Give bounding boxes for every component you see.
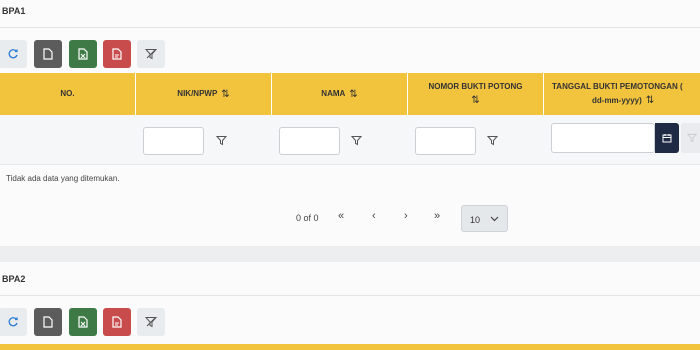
pdf-icon (112, 316, 122, 328)
column-header-no[interactable]: NO. (0, 73, 136, 115)
export-pdf-button[interactable] (103, 308, 131, 336)
export-pdf-button[interactable] (103, 40, 131, 68)
column-header-nomor-bukti-potong[interactable]: NOMOR BUKTI POTONG ⇅ (408, 73, 544, 115)
table-header (0, 344, 700, 350)
divider (0, 27, 700, 28)
export-document-button[interactable] (34, 308, 62, 336)
reload-button[interactable] (0, 40, 27, 68)
calendar-button[interactable] (655, 123, 679, 153)
section-bpa2: BPA2 (0, 262, 700, 350)
rows-per-page-select[interactable]: 10 (461, 205, 508, 232)
filter-button-disabled[interactable] (681, 123, 700, 153)
calendar-icon (662, 134, 672, 143)
nama-filter-input[interactable] (279, 127, 340, 155)
column-header-nama[interactable]: NAMA ⇅ (272, 73, 408, 115)
section-title: BPA2 (2, 274, 26, 284)
filter-clear-icon (145, 49, 157, 60)
filter-icon[interactable] (487, 135, 498, 146)
pagination-info: 0 of 0 (296, 213, 319, 223)
sort-icon[interactable]: ⇅ (221, 87, 229, 102)
excel-icon (78, 316, 88, 328)
prev-page-button[interactable]: ‹ (372, 210, 376, 222)
export-excel-button[interactable] (69, 40, 97, 68)
reload-button[interactable] (0, 308, 27, 336)
next-page-button[interactable]: › (404, 210, 408, 222)
section-bpa1: BPA1 NO. NIK/NPWP ⇅ NAMA ⇅ NOMOR BUKTI POT… (0, 0, 700, 246)
column-header-tanggal-bukti-pemotongan[interactable]: TANGGAL BUKTI PEMOTONGAN ( dd-mm-yyyy) ⇅ (544, 73, 700, 115)
filter-clear-icon (145, 317, 157, 328)
reload-icon (8, 317, 18, 327)
pdf-icon (112, 48, 122, 60)
table-header: NO. NIK/NPWP ⇅ NAMA ⇅ NOMOR BUKTI POTONG ⇅ … (0, 73, 700, 115)
tanggal-filter-input[interactable] (551, 123, 655, 153)
document-icon (43, 316, 53, 328)
sort-icon[interactable]: ⇅ (471, 93, 479, 108)
sort-icon[interactable]: ⇅ (349, 87, 357, 102)
section-title: BPA1 (2, 6, 26, 16)
filter-icon[interactable] (216, 135, 227, 146)
reload-icon (8, 49, 18, 59)
filter-row (0, 115, 700, 165)
divider (0, 295, 700, 296)
clear-filter-button[interactable] (137, 40, 165, 68)
export-document-button[interactable] (34, 40, 62, 68)
first-page-button[interactable]: « (338, 210, 344, 222)
filter-icon (687, 133, 697, 143)
nik-npwp-filter-input[interactable] (143, 127, 204, 155)
clear-filter-button[interactable] (137, 308, 165, 336)
excel-icon (78, 48, 88, 60)
last-page-button[interactable]: » (434, 210, 440, 222)
column-header-nik-npwp[interactable]: NIK/NPWP ⇅ (136, 73, 272, 115)
document-icon (43, 48, 53, 60)
sort-icon[interactable]: ⇅ (646, 95, 654, 106)
chevron-down-icon (490, 216, 499, 222)
empty-message: Tidak ada data yang ditemukan. (6, 174, 120, 183)
export-excel-button[interactable] (69, 308, 97, 336)
filter-icon[interactable] (351, 135, 362, 146)
nomor-bukti-potong-filter-input[interactable] (415, 127, 476, 155)
